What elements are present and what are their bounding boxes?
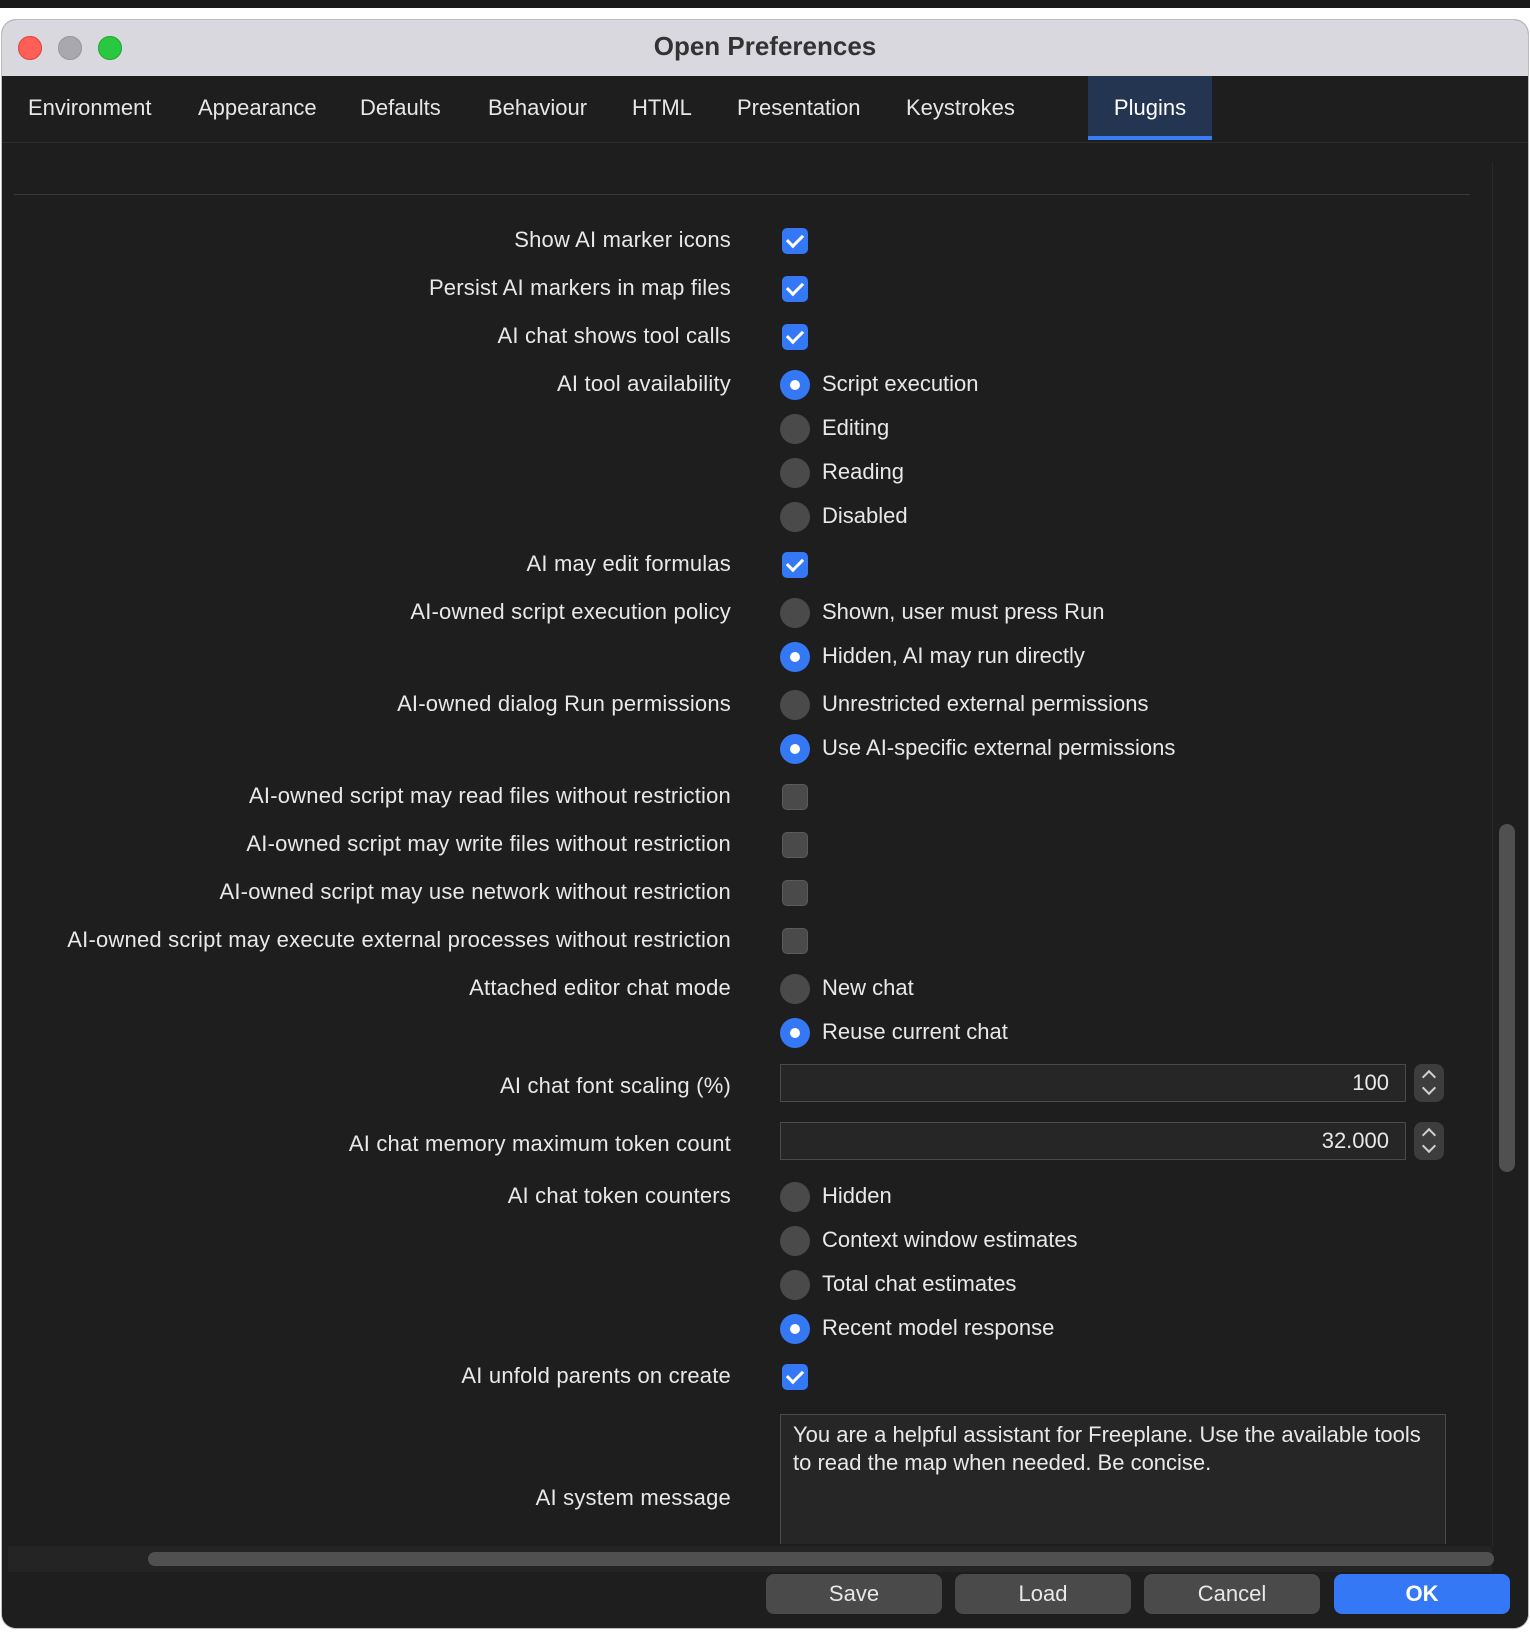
show-marker-icons-checkbox[interactable]: [782, 228, 808, 254]
tab-plugins[interactable]: Plugins: [1088, 76, 1212, 140]
editor-chat-mode-option-new: New chat: [822, 975, 914, 1000]
script-policy-label: AI-owned script execution policy: [410, 599, 731, 624]
font-scaling-label: AI chat font scaling (%): [499, 1073, 731, 1098]
system-message-textarea[interactable]: You are a helpful assistant for Freeplan…: [780, 1414, 1446, 1544]
tool-availability-radio-script[interactable]: [780, 370, 810, 400]
memory-tokens-label: AI chat memory maximum token count: [348, 1131, 731, 1156]
tab-appearance[interactable]: Appearance: [174, 76, 341, 140]
tool-availability-radio-reading[interactable]: [780, 458, 810, 488]
token-counters-radio-context[interactable]: [780, 1226, 810, 1256]
tool-availability-radio-editing[interactable]: [780, 414, 810, 444]
read-files-checkbox[interactable]: [782, 784, 808, 810]
script-policy-radio-shown[interactable]: [780, 598, 810, 628]
tool-availability-option-reading: Reading: [822, 459, 904, 484]
tool-availability-option-script: Script execution: [822, 371, 979, 396]
tab-keystrokes[interactable]: Keystrokes: [882, 76, 1039, 140]
write-files-checkbox[interactable]: [782, 832, 808, 858]
font-scaling-input[interactable]: 100: [780, 1064, 1406, 1102]
read-files-label: AI-owned script may read files without r…: [249, 783, 731, 808]
exec-processes-checkbox[interactable]: [782, 928, 808, 954]
chevron-down-icon: [1421, 1080, 1437, 1096]
ok-button[interactable]: OK: [1334, 1574, 1510, 1614]
editor-chat-mode-radio-new[interactable]: [780, 974, 810, 1004]
tab-defaults[interactable]: Defaults: [336, 76, 465, 140]
tool-availability-label: AI tool availability: [557, 371, 731, 396]
tab-behaviour[interactable]: Behaviour: [464, 76, 611, 140]
tool-availability-option-disabled: Disabled: [822, 503, 908, 528]
persist-markers-label: Persist AI markers in map files: [428, 275, 731, 300]
token-counters-radio-recent[interactable]: [780, 1314, 810, 1344]
editor-chat-mode-radio-reuse[interactable]: [780, 1018, 810, 1048]
memory-tokens-stepper[interactable]: [1414, 1122, 1444, 1160]
dialog-run-label: AI-owned dialog Run permissions: [397, 691, 731, 716]
editor-chat-mode-label: Attached editor chat mode: [469, 975, 731, 1000]
token-counters-label: AI chat token counters: [507, 1183, 731, 1208]
dialog-run-option-unrestricted: Unrestricted external permissions: [822, 691, 1149, 716]
use-network-label: AI-owned script may use network without …: [219, 879, 731, 904]
load-button[interactable]: Load: [955, 1574, 1131, 1614]
plugins-settings-panel: Show AI marker icons Persist AI markers …: [8, 148, 1498, 1544]
window-title: Open Preferences: [653, 31, 877, 61]
token-counters-option-total: Total chat estimates: [822, 1271, 1017, 1296]
tab-environment[interactable]: Environment: [4, 76, 176, 140]
unfold-parents-checkbox[interactable]: [782, 1364, 808, 1390]
cancel-button[interactable]: Cancel: [1144, 1574, 1320, 1614]
exec-processes-label: AI-owned script may execute external pro…: [67, 927, 731, 952]
section-separator: [14, 194, 1470, 195]
preferences-window: Open Preferences Environment Appearance …: [2, 20, 1528, 1628]
write-files-label: AI-owned script may write files without …: [246, 831, 731, 856]
dialog-run-radio-ai-specific[interactable]: [780, 734, 810, 764]
dialog-run-option-ai-specific: Use AI-specific external permissions: [822, 735, 1176, 760]
chevron-down-icon: [1421, 1138, 1437, 1154]
title-bar: Open Preferences: [2, 20, 1528, 76]
use-network-checkbox[interactable]: [782, 880, 808, 906]
script-policy-radio-hidden[interactable]: [780, 642, 810, 672]
horizontal-scrollbar-thumb[interactable]: [148, 1552, 1494, 1566]
tab-bar: Environment Appearance Defaults Behaviou…: [2, 76, 1528, 143]
token-counters-option-recent: Recent model response: [822, 1315, 1055, 1340]
tab-html[interactable]: HTML: [608, 76, 716, 140]
chat-tool-calls-checkbox[interactable]: [782, 324, 808, 350]
edit-formulas-checkbox[interactable]: [782, 552, 808, 578]
unfold-parents-label: AI unfold parents on create: [461, 1363, 731, 1388]
token-counters-option-context: Context window estimates: [822, 1227, 1078, 1252]
tool-availability-radio-disabled[interactable]: [780, 502, 810, 532]
script-policy-option-shown: Shown, user must press Run: [822, 599, 1105, 624]
system-message-label: AI system message: [535, 1485, 731, 1510]
tab-presentation[interactable]: Presentation: [713, 76, 885, 140]
vertical-scrollbar-thumb[interactable]: [1499, 824, 1515, 1172]
tool-availability-option-editing: Editing: [822, 415, 890, 440]
screen-top-strip: [0, 0, 1530, 8]
token-counters-radio-hidden[interactable]: [780, 1182, 810, 1212]
token-counters-option-hidden: Hidden: [822, 1183, 892, 1208]
dialog-run-radio-unrestricted[interactable]: [780, 690, 810, 720]
chat-tool-calls-label: AI chat shows tool calls: [497, 323, 731, 348]
show-marker-icons-label: Show AI marker icons: [514, 227, 731, 252]
editor-chat-mode-option-reuse: Reuse current chat: [822, 1019, 1008, 1044]
save-button[interactable]: Save: [766, 1574, 942, 1614]
edit-formulas-label: AI may edit formulas: [526, 551, 731, 576]
token-counters-radio-total[interactable]: [780, 1270, 810, 1300]
persist-markers-checkbox[interactable]: [782, 276, 808, 302]
script-policy-option-hidden: Hidden, AI may run directly: [822, 643, 1085, 668]
font-scaling-stepper[interactable]: [1414, 1064, 1444, 1102]
memory-tokens-input[interactable]: 32.000: [780, 1122, 1406, 1160]
